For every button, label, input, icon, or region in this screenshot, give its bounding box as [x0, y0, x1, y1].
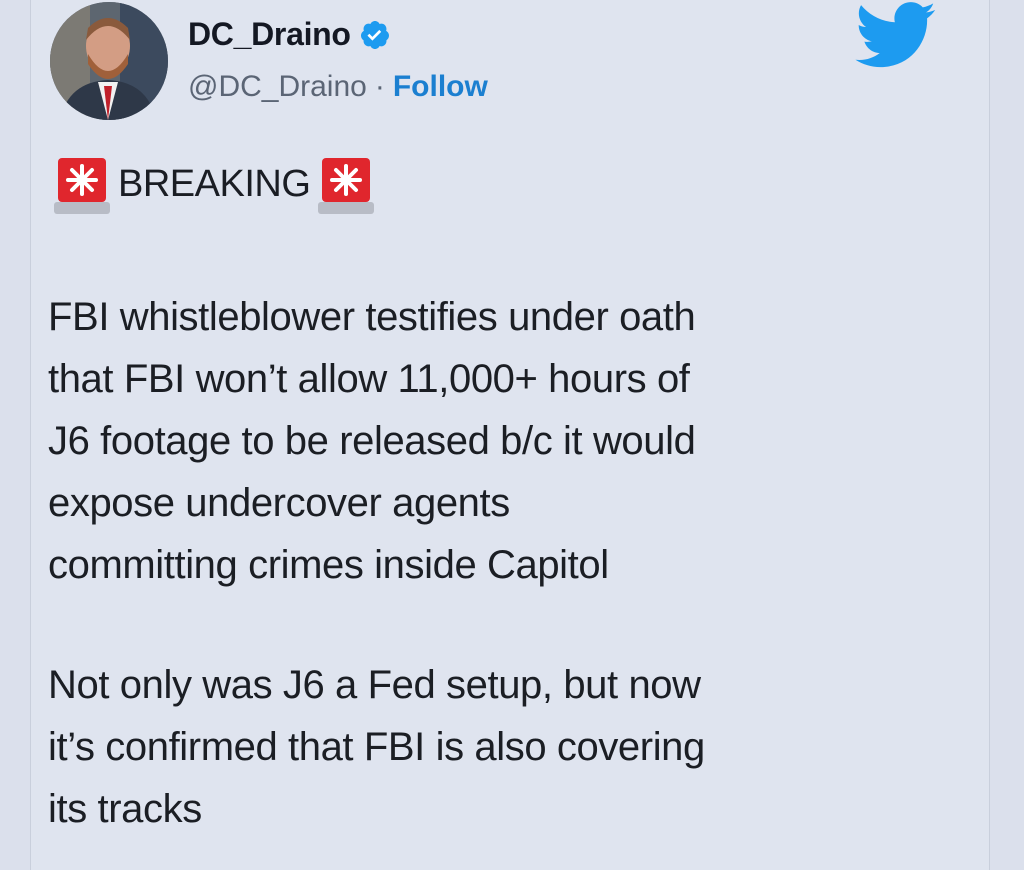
tweet-paragraph-1: FBI whistleblower testifies under oath t… [48, 286, 948, 596]
tweet-line: Not only was J6 a Fed setup, but now [48, 663, 701, 707]
tweet-line: it’s confirmed that FBI is also covering [48, 725, 705, 769]
tweet-line: that FBI won’t allow 11,000+ hours of [48, 357, 690, 401]
tweet-line: FBI whistleblower testifies under oath [48, 295, 696, 339]
verified-badge-icon [359, 19, 391, 51]
tweet-line: committing crimes inside Capitol [48, 543, 609, 587]
tweet-paragraph-2: Not only was J6 a Fed setup, but now it’… [48, 654, 948, 840]
author-handle-row: @DC_Draino · Follow [188, 70, 488, 104]
avatar[interactable] [50, 2, 168, 120]
tweet-line: J6 footage to be released b/c it would [48, 419, 696, 463]
display-name[interactable]: DC_Draino [188, 16, 351, 53]
rotating-light-icon [50, 152, 114, 216]
twitter-bird-icon[interactable] [855, 2, 937, 68]
breaking-headline-row: BREAKING [50, 152, 378, 216]
handle-separator: · [374, 70, 385, 103]
handle[interactable]: @DC_Draino [188, 70, 367, 104]
tweet-line: its tracks [48, 787, 202, 831]
rotating-light-icon [314, 152, 378, 216]
tweet-line: expose undercover agents [48, 481, 510, 525]
tweet-text: FBI whistleblower testifies under oath t… [48, 286, 948, 840]
bottom-border [0, 870, 1024, 877]
author-name-row: DC_Draino [188, 16, 391, 53]
screenshot-frame: DC_Draino @DC_Draino · Follow BREAKING F… [0, 0, 1024, 877]
breaking-label: BREAKING [118, 162, 311, 205]
follow-button[interactable]: Follow [393, 70, 488, 104]
